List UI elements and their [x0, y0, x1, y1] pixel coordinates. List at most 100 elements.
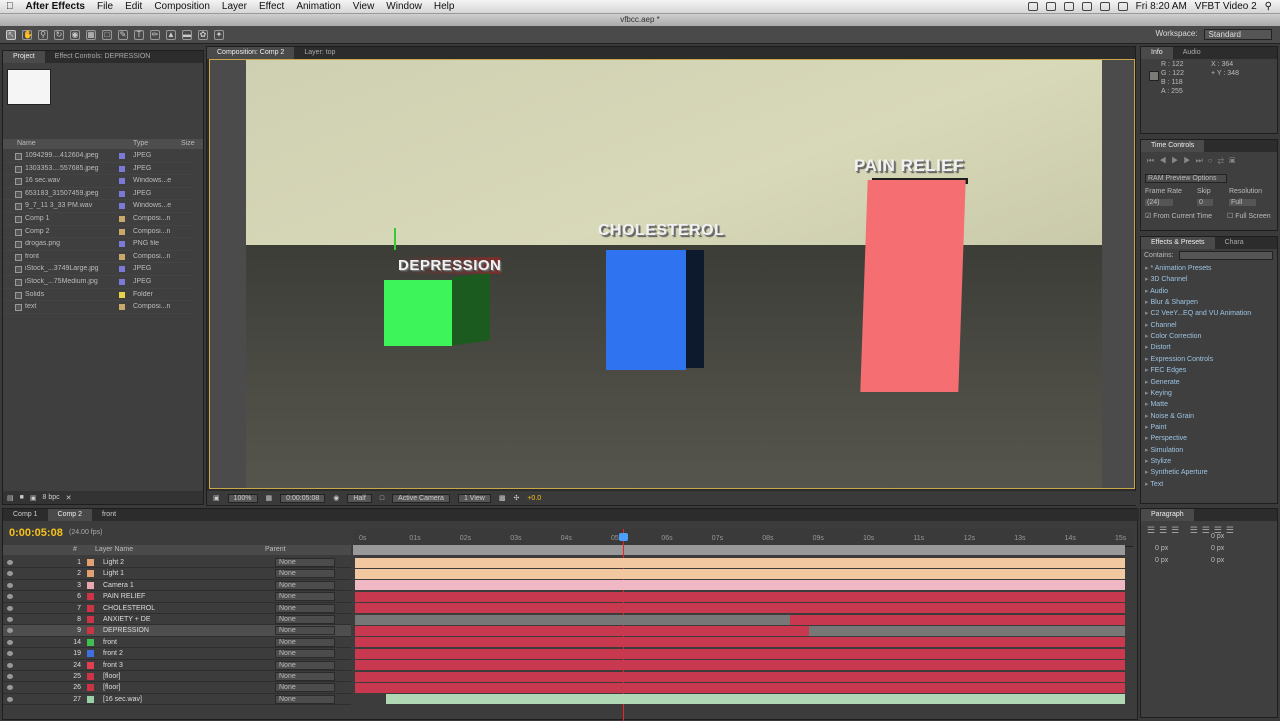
- layer-name[interactable]: [floor]: [103, 684, 121, 691]
- parent-dropdown[interactable]: None: [275, 672, 335, 681]
- layer-label-color[interactable]: [87, 695, 94, 703]
- layer-row[interactable]: 26 [floor] None: [3, 682, 351, 694]
- effects-category[interactable]: Matte: [1145, 400, 1168, 408]
- layer-label-color[interactable]: [87, 650, 94, 658]
- roto-brush-icon[interactable]: ✿: [198, 29, 208, 40]
- layer-label-color[interactable]: [87, 673, 94, 680]
- visibility-eye-icon[interactable]: [7, 628, 13, 634]
- parent-dropdown[interactable]: None: [275, 580, 335, 590]
- effects-category[interactable]: Perspective: [1145, 434, 1187, 442]
- transform-gizmo[interactable]: [394, 228, 396, 250]
- layer-name[interactable]: Camera 1: [103, 582, 134, 589]
- resolution-dropdown[interactable]: Half: [347, 493, 372, 503]
- tab-project[interactable]: Project: [3, 51, 45, 63]
- eraser-tool-icon[interactable]: ▬: [182, 29, 192, 40]
- pan-behind-tool-icon[interactable]: ▦: [86, 29, 96, 40]
- layer-name[interactable]: front: [103, 639, 117, 646]
- bpc-label[interactable]: 8 bpc: [42, 494, 59, 501]
- layer-label-color[interactable]: [87, 593, 94, 601]
- effects-category[interactable]: Simulation: [1145, 446, 1183, 454]
- layer-row[interactable]: 6 PAIN RELIEF None: [3, 591, 351, 603]
- layer-name[interactable]: [16 sec.wav]: [103, 696, 142, 703]
- space-before-field[interactable]: 0 px: [1155, 557, 1168, 564]
- layer-duration-bar[interactable]: [355, 671, 1125, 682]
- layer-row[interactable]: 3 Camera 1 None: [3, 580, 351, 592]
- layer-label-color[interactable]: [87, 570, 94, 578]
- composition-viewer[interactable]: DEPRESSION CHOLESTEROL PAIN RELIEF: [209, 59, 1135, 489]
- menubar-user[interactable]: VFBT Video 2: [1195, 1, 1257, 12]
- project-item[interactable]: drogas.png PNG file: [3, 238, 195, 251]
- effects-category[interactable]: Audio: [1145, 287, 1168, 295]
- effects-search-input[interactable]: [1179, 251, 1273, 260]
- project-item[interactable]: iStock_...3749Large.jpg JPEG: [3, 263, 195, 276]
- layer-row[interactable]: 9 DEPRESSION None: [3, 625, 351, 637]
- menu-composition[interactable]: Composition: [148, 1, 216, 12]
- layer-duration-bar[interactable]: [790, 614, 1125, 625]
- depression-3d-text[interactable]: DEPRESSION: [398, 257, 502, 274]
- layer-name[interactable]: front 2: [103, 650, 123, 657]
- layer-duration-bar[interactable]: [385, 694, 1125, 705]
- menu-window[interactable]: Window: [380, 1, 428, 12]
- layer-row[interactable]: 19 front 2 None: [3, 648, 351, 660]
- first-line-indent-field[interactable]: 0 px: [1211, 533, 1224, 540]
- tab-audio[interactable]: Audio: [1173, 47, 1211, 59]
- tab-comp-2[interactable]: Comp 2: [47, 509, 93, 521]
- label-swatch[interactable]: [119, 304, 125, 311]
- project-item[interactable]: iStock_...75Medium.jpg JPEG: [3, 276, 195, 289]
- always-preview-icon[interactable]: ▣: [213, 494, 220, 502]
- label-swatch[interactable]: [119, 153, 125, 159]
- type-tool-icon[interactable]: T: [134, 29, 144, 40]
- tab-effect-controls[interactable]: Effect Controls: DEPRESSION: [45, 51, 161, 63]
- layer-label-color[interactable]: [87, 684, 94, 692]
- effects-category[interactable]: * Animation Presets: [1145, 264, 1211, 272]
- effects-category[interactable]: Text: [1145, 480, 1163, 488]
- parent-dropdown[interactable]: None: [275, 592, 335, 602]
- layer-row[interactable]: 25 [floor] None: [3, 671, 351, 683]
- toggle-pixel-icon[interactable]: ▩: [499, 494, 506, 502]
- alignment-buttons[interactable]: ☰☰☰ ☰☰☰☰: [1147, 525, 1238, 536]
- parent-dropdown[interactable]: None: [275, 569, 335, 579]
- layer-duration-bar[interactable]: [355, 648, 1125, 659]
- project-item[interactable]: Comp 1 Composi...n: [3, 213, 195, 226]
- app-menu[interactable]: After Effects: [20, 1, 91, 12]
- label-swatch[interactable]: [119, 190, 125, 197]
- project-item[interactable]: 9_7_11 3_33 PM.wav Windows...e: [3, 200, 195, 213]
- label-swatch[interactable]: [119, 241, 125, 248]
- layer-duration-bar[interactable]: [355, 591, 1125, 602]
- effects-category[interactable]: Synthetic Aperture: [1145, 468, 1207, 476]
- menu-layer[interactable]: Layer: [216, 1, 253, 12]
- grid-icon[interactable]: ▦: [266, 494, 273, 502]
- layer-name[interactable]: CHOLESTEROL: [103, 605, 155, 612]
- effects-category[interactable]: Paint: [1145, 423, 1166, 431]
- frame-rate-dropdown[interactable]: (24): [1145, 199, 1174, 206]
- timeline-timecode[interactable]: 0:00:05:08: [9, 527, 63, 539]
- indent-right-field[interactable]: 0 px: [1211, 545, 1224, 552]
- visibility-eye-icon[interactable]: [7, 685, 13, 691]
- resolution-dropdown[interactable]: Full: [1229, 199, 1257, 206]
- trash-icon[interactable]: ✕: [66, 494, 72, 502]
- status-icon[interactable]: [1027, 2, 1038, 11]
- menu-file[interactable]: File: [91, 1, 119, 12]
- effects-category[interactable]: Generate: [1145, 378, 1179, 386]
- layer-name[interactable]: front 3: [103, 662, 123, 669]
- project-item[interactable]: text Composi...n: [3, 301, 195, 314]
- current-time-indicator-head[interactable]: [619, 533, 628, 541]
- label-swatch[interactable]: [119, 216, 125, 222]
- rectangle-tool-icon[interactable]: □: [102, 29, 112, 40]
- effects-category[interactable]: 3D Channel: [1145, 275, 1187, 283]
- layer-name[interactable]: PAIN RELIEF: [103, 593, 145, 600]
- from-current-time-checkbox[interactable]: ☑ From Current Time: [1145, 212, 1212, 220]
- project-item[interactable]: 1094299....412604.jpeg JPEG: [3, 150, 195, 163]
- full-screen-checkbox[interactable]: ☐ Full Screen: [1227, 212, 1271, 220]
- layer-duration-bar[interactable]: [355, 580, 1125, 591]
- clone-tool-icon[interactable]: ▲: [166, 29, 176, 40]
- effects-category[interactable]: Blur & Sharpen: [1145, 298, 1197, 306]
- menu-view[interactable]: View: [347, 1, 381, 12]
- status-icon[interactable]: [1045, 2, 1056, 11]
- layer-row[interactable]: 1 Light 2 None: [3, 557, 351, 569]
- column-type[interactable]: Type: [133, 140, 148, 147]
- brush-tool-icon[interactable]: ✏: [150, 29, 160, 40]
- tab-composition[interactable]: Composition: Comp 2: [207, 47, 295, 59]
- parent-dropdown[interactable]: None: [275, 603, 335, 613]
- layer-label-color[interactable]: [87, 638, 94, 646]
